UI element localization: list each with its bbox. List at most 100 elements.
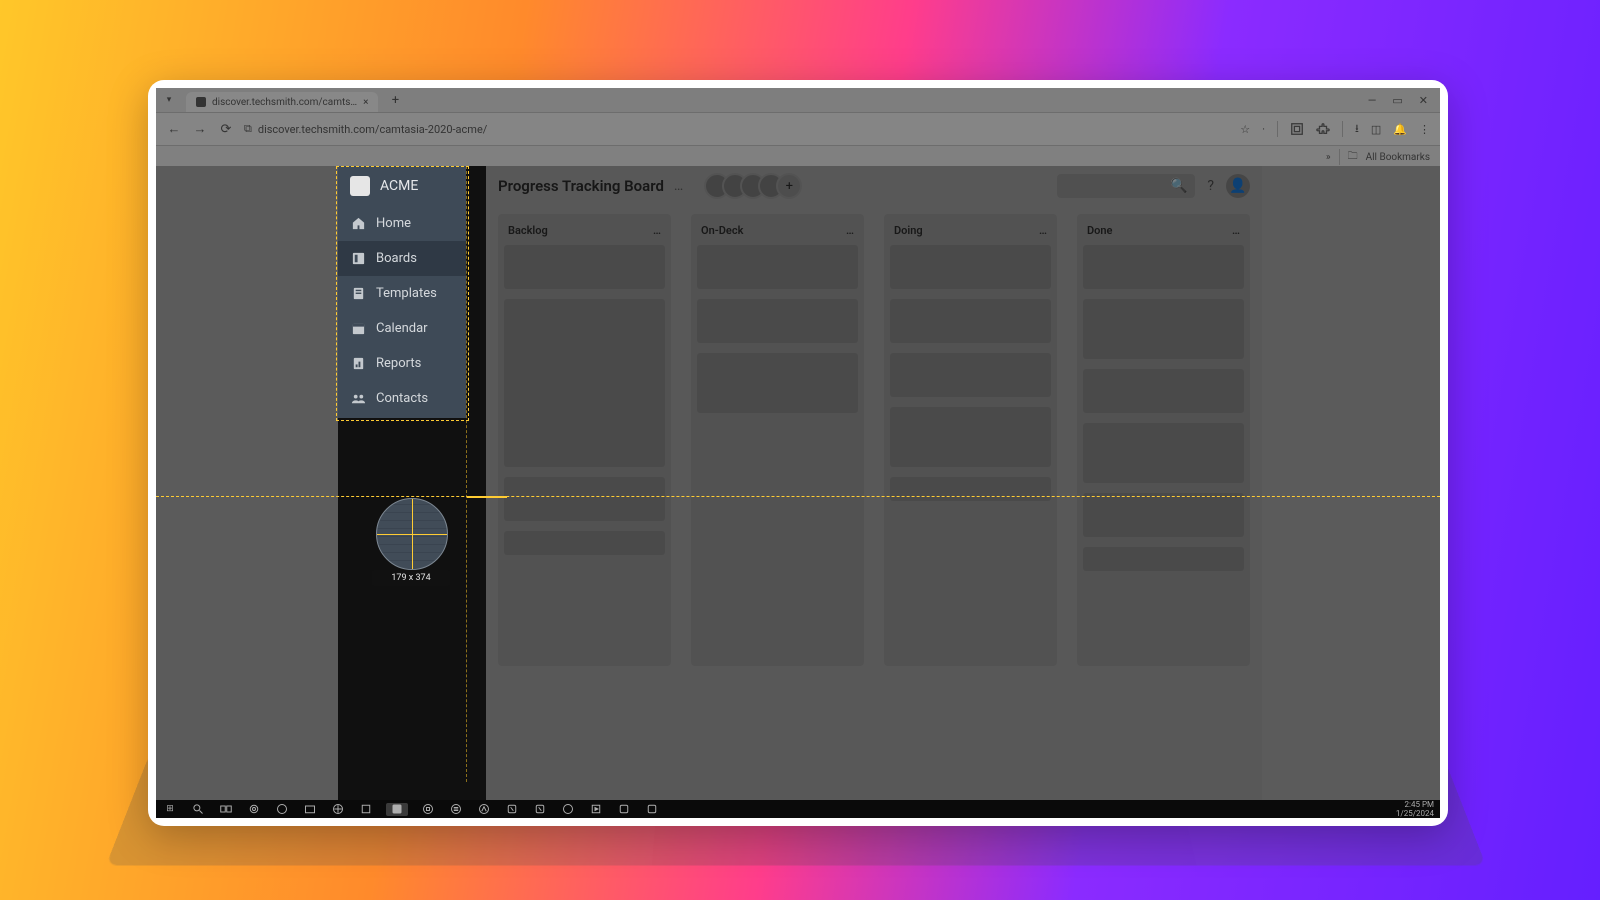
window-minimize-button[interactable]: — — [1368, 94, 1377, 107]
board-card[interactable] — [697, 299, 858, 343]
board-search-input[interactable]: 🔍 — [1057, 174, 1195, 198]
board-card[interactable] — [1083, 423, 1244, 483]
board-card[interactable] — [890, 477, 1051, 501]
taskbar-clock[interactable]: 2:45 PM 1/25/2024 — [1396, 800, 1434, 818]
add-member-button[interactable]: + — [776, 173, 802, 199]
board-card[interactable] — [504, 531, 665, 555]
magnifier-crosshair-v — [412, 499, 413, 569]
tab-favicon — [196, 97, 206, 107]
toolbar-divider — [1339, 149, 1340, 165]
sidebar-item-contacts[interactable]: Contacts — [338, 381, 466, 416]
browser-menu-button[interactable]: ⋮ — [1419, 123, 1430, 136]
reports-icon — [350, 356, 366, 372]
column-title: Doing — [894, 224, 923, 237]
taskbar-app-icon[interactable] — [644, 803, 660, 816]
sidebar-item-workspace[interactable]: ACME — [338, 166, 466, 206]
board-card[interactable] — [1083, 299, 1244, 359]
new-tab-button[interactable]: + — [386, 91, 404, 109]
browser-toolbar: ← → ⟳ ⧉ discover.techsmith.com/camtasia-… — [156, 113, 1440, 146]
nav-forward-button[interactable]: → — [192, 121, 208, 137]
board-card[interactable] — [1083, 547, 1244, 571]
all-bookmarks-link[interactable]: All Bookmarks — [1366, 152, 1430, 163]
task-view-icon[interactable] — [218, 803, 234, 816]
taskbar-app-icon[interactable] — [330, 803, 346, 816]
downloads-icon[interactable]: ⭳ — [1355, 120, 1359, 139]
board-columns: Backlog … On-Deck … — [498, 214, 1250, 788]
board-card[interactable] — [890, 299, 1051, 343]
taskbar-search-icon[interactable] — [190, 803, 206, 816]
folder-icon: 🗀 — [1348, 149, 1358, 166]
extension-icon-1[interactable] — [1290, 122, 1304, 136]
bookmarks-overflow-icon[interactable]: » — [1326, 152, 1331, 163]
column-doing: Doing … — [884, 214, 1057, 666]
sidebar-item-reports[interactable]: Reports — [338, 346, 466, 381]
board-card[interactable] — [504, 477, 665, 521]
window-controls: — ▭ ✕ — [1368, 94, 1440, 107]
board-card[interactable] — [504, 299, 665, 467]
taskbar-app-icon[interactable] — [358, 803, 374, 816]
browser-tabstrip: ▾ discover.techsmith.com/camts… × + — ▭ … — [156, 88, 1440, 113]
nav-back-button[interactable]: ← — [166, 121, 182, 137]
board-members: + — [712, 173, 802, 199]
sidebar-item-home[interactable]: Home — [338, 206, 466, 241]
help-button[interactable]: ? — [1207, 178, 1214, 194]
app-sidebar-selected-region: ACME Home Boards — [338, 166, 466, 418]
sidebar-item-templates[interactable]: Templates — [338, 276, 466, 311]
taskbar-app-icon[interactable] — [476, 803, 492, 816]
template-icon — [350, 286, 366, 302]
sidebar-item-boards[interactable]: Boards — [338, 241, 466, 276]
column-menu[interactable]: … — [1039, 224, 1047, 237]
window-close-button[interactable]: ✕ — [1419, 94, 1428, 107]
column-menu[interactable]: … — [1232, 224, 1240, 237]
taskbar-app-icon[interactable] — [588, 803, 604, 816]
taskbar-app-icon[interactable] — [504, 803, 520, 816]
taskbar-app-icon[interactable] — [420, 803, 436, 816]
board-card[interactable] — [1083, 493, 1244, 537]
tab-search-dropdown[interactable]: ▾ — [162, 93, 176, 107]
taskbar-app-icon[interactable] — [274, 803, 290, 816]
window-restore-button[interactable]: ▭ — [1392, 94, 1402, 107]
board-card[interactable] — [890, 407, 1051, 467]
column-title: On-Deck — [701, 224, 743, 237]
current-user-avatar[interactable]: 👤 — [1226, 174, 1250, 198]
home-icon — [350, 216, 366, 232]
capture-dimensions-label: 179 x 374 — [372, 570, 450, 586]
site-info-icon[interactable]: ⧉ — [244, 122, 252, 136]
bookmark-star-icon[interactable]: ☆ — [1240, 123, 1250, 136]
toolbar-divider — [1342, 121, 1343, 137]
taskbar-app-icon[interactable] — [302, 803, 318, 816]
sidebar-item-label: Contacts — [376, 391, 428, 406]
board-card[interactable] — [504, 245, 665, 289]
taskbar-app-icon[interactable] — [560, 803, 576, 816]
sidepanel-icon[interactable]: ◫ — [1371, 123, 1381, 136]
column-menu[interactable]: … — [653, 224, 661, 237]
taskbar-app-icon[interactable] — [532, 803, 548, 816]
sidebar-item-label: Reports — [376, 356, 421, 371]
start-button[interactable]: ⊞ — [162, 803, 178, 816]
board-card[interactable] — [697, 353, 858, 413]
board-card[interactable] — [697, 245, 858, 289]
board-card[interactable] — [890, 245, 1051, 289]
nav-reload-button[interactable]: ⟳ — [218, 122, 234, 137]
windows-taskbar: ⊞ — [156, 800, 1440, 818]
board-header: Progress Tracking Board … + 🔍 — [486, 166, 1262, 206]
extensions-puzzle-icon[interactable] — [1316, 122, 1330, 136]
taskbar-app-icon[interactable] — [448, 803, 464, 816]
address-bar[interactable]: ⧉ discover.techsmith.com/camtasia-2020-a… — [244, 122, 487, 136]
tab-close-button[interactable]: × — [363, 97, 368, 108]
workspace-name: ACME — [380, 178, 418, 194]
calendar-icon — [350, 321, 366, 337]
board-card[interactable] — [1083, 369, 1244, 413]
board-title-menu[interactable]: … — [674, 178, 684, 194]
sidebar-item-calendar[interactable]: Calendar — [338, 311, 466, 346]
column-menu[interactable]: … — [846, 224, 854, 237]
taskbar-app-icon[interactable] — [616, 803, 632, 816]
taskbar-date: 1/25/2024 — [1396, 809, 1434, 818]
sidebar-item-label: Home — [376, 216, 411, 231]
taskbar-snagit-icon[interactable] — [386, 803, 408, 816]
board-card[interactable] — [1083, 245, 1244, 289]
taskbar-app-icon[interactable] — [246, 803, 262, 816]
browser-tab[interactable]: discover.techsmith.com/camts… × — [186, 92, 378, 112]
board-card[interactable] — [890, 353, 1051, 397]
notifications-icon[interactable]: 🔔 — [1393, 123, 1407, 136]
